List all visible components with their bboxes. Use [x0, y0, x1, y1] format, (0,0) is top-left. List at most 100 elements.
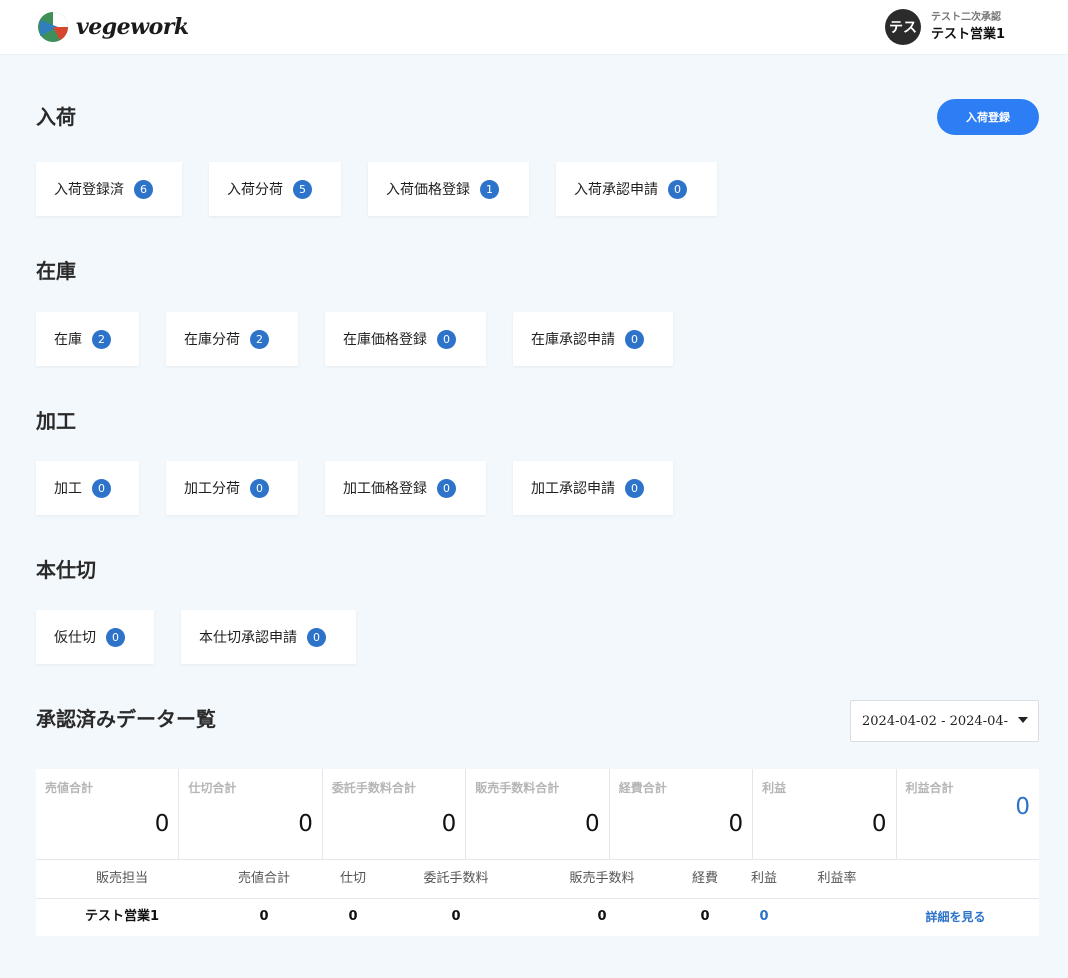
card-label: 入荷価格登録 — [386, 182, 470, 198]
column-header: 利益 — [750, 871, 777, 886]
section-title-arrival: 入荷 — [36, 105, 76, 129]
summary-value: 0 — [441, 811, 457, 837]
summary-value: 0 — [154, 811, 170, 837]
cell-sales: 0 — [259, 909, 269, 924]
user-role: テスト二次承認 — [931, 12, 1001, 23]
summary-value: 0 — [1015, 794, 1030, 820]
count-badge: 1 — [480, 179, 499, 199]
card-label: 加工承認申請 — [531, 481, 615, 497]
summary-sales-total: 売値合計 0 — [36, 769, 180, 859]
card-label: 加工価格登録 — [343, 481, 427, 497]
count-badge: 6 — [134, 179, 153, 199]
summary-label: 販売手数料合計 — [475, 781, 560, 795]
date-range-select[interactable]: 2024-04-02 - 2024-04-02 — [850, 700, 1039, 742]
column-header: 販売担当 — [95, 871, 148, 886]
summary-profit: 利益 0 — [753, 769, 897, 859]
cell-expense: 0 — [700, 909, 710, 924]
card-label: 在庫価格登録 — [343, 332, 427, 348]
logo-leaf-icon — [38, 12, 68, 42]
card-stock-approval[interactable]: 在庫承認申請 0 — [513, 312, 673, 366]
cell-shikiri: 0 — [348, 909, 358, 924]
card-label: 仮仕切 — [54, 630, 96, 646]
summary-shikiri-total: 仕切合計 0 — [179, 769, 323, 859]
card-processing-price[interactable]: 加工価格登録 0 — [325, 461, 486, 515]
count-badge: 2 — [92, 329, 111, 349]
count-badge: 2 — [250, 329, 269, 349]
top-bar: vegework テス テスト二次承認 テスト営業1 — [0, 0, 1068, 55]
summary-label: 委託手数料合計 — [331, 781, 416, 795]
summary-label: 経費合計 — [618, 781, 667, 795]
count-badge: 0 — [668, 179, 687, 199]
column-header: 売値合計 — [237, 871, 290, 886]
card-label: 在庫分荷 — [184, 332, 240, 348]
card-label: 加工分荷 — [184, 481, 240, 497]
summary-panel: 売値合計 0 仕切合計 0 委託手数料合計 0 販売手数料合計 0 経費合計 0… — [36, 769, 1039, 859]
view-details-link[interactable]: 詳細を見る — [898, 898, 1013, 936]
logo[interactable]: vegework — [36, 10, 189, 44]
summary-sales-fee-total: 販売手数料合計 0 — [466, 769, 610, 859]
card-processing[interactable]: 加工 0 — [36, 461, 139, 515]
cell-sales-fee: 0 — [597, 909, 607, 924]
card-provisional-settlement[interactable]: 仮仕切 0 — [36, 610, 154, 664]
cell-profit-rate — [796, 898, 878, 936]
count-badge: 0 — [625, 478, 644, 498]
card-stock-price[interactable]: 在庫価格登録 0 — [325, 312, 486, 366]
column-header: 仕切 — [339, 871, 366, 886]
card-processing-approval[interactable]: 加工承認申請 0 — [513, 461, 673, 515]
card-stock-split[interactable]: 在庫分荷 2 — [166, 312, 298, 366]
card-arrival-approval[interactable]: 入荷承認申請 0 — [556, 162, 717, 216]
card-arrival-registered[interactable]: 入荷登録済 6 — [36, 162, 182, 216]
logo-text: vegework — [76, 14, 189, 40]
card-label: 在庫承認申請 — [531, 332, 615, 348]
card-label: 入荷登録済 — [54, 182, 124, 198]
summary-value: 0 — [728, 811, 744, 837]
card-arrival-price[interactable]: 入荷価格登録 1 — [368, 162, 529, 216]
count-badge: 0 — [437, 478, 456, 498]
count-badge: 0 — [437, 329, 456, 349]
column-header: 利益率 — [817, 871, 857, 886]
user-name: テスト営業1 — [931, 27, 1006, 42]
date-range-value: 2024-04-02 - 2024-04-02 — [862, 713, 1008, 729]
column-header: 販売手数料 — [569, 871, 635, 886]
table-row: テスト営業1 0 0 0 0 0 0 詳細を見る — [36, 898, 1039, 936]
card-arrival-split[interactable]: 入荷分荷 5 — [209, 162, 341, 216]
summary-label: 利益合計 — [905, 781, 954, 795]
section-title-stock: 在庫 — [36, 259, 76, 283]
count-badge: 0 — [92, 478, 111, 498]
summary-label: 仕切合計 — [188, 781, 237, 795]
summary-value: 0 — [298, 811, 313, 837]
section-title-settlement: 本仕切 — [36, 558, 96, 582]
arrival-register-button[interactable]: 入荷登録 — [937, 99, 1039, 135]
summary-label: 利益 — [762, 781, 787, 795]
summary-value: 0 — [871, 811, 887, 837]
card-label: 在庫 — [54, 332, 82, 348]
count-badge: 0 — [106, 627, 125, 647]
summary-profit-total: 利益合計 0 — [897, 769, 1039, 859]
section-title-processing: 加工 — [36, 409, 76, 433]
cell-consign-fee: 0 — [451, 909, 461, 924]
card-label: 入荷分荷 — [227, 182, 283, 198]
cell-person: テスト営業1 — [84, 909, 160, 924]
table-header: 販売担当 売値合計 仕切 委託手数料 販売手数料 経費 利益 利益率 — [36, 860, 1039, 899]
card-settlement-approval[interactable]: 本仕切承認申請 0 — [181, 610, 356, 664]
summary-label: 売値合計 — [45, 781, 94, 795]
cell-profit: 0 — [759, 909, 769, 924]
card-label: 入荷承認申請 — [574, 182, 658, 198]
count-badge: 0 — [307, 627, 326, 647]
summary-value: 0 — [585, 811, 600, 837]
count-badge: 0 — [250, 478, 269, 498]
column-header: 委託手数料 — [423, 871, 489, 886]
summary-expense-total: 経費合計 0 — [610, 769, 754, 859]
card-processing-split[interactable]: 加工分荷 0 — [166, 461, 298, 515]
count-badge: 5 — [293, 179, 312, 199]
card-label: 本仕切承認申請 — [199, 630, 297, 646]
approved-table: 販売担当 売値合計 仕切 委託手数料 販売手数料 経費 利益 利益率 テスト営業… — [36, 859, 1039, 936]
card-stock[interactable]: 在庫 2 — [36, 312, 139, 366]
user-menu[interactable]: テス テスト二次承認 テスト営業1 — [885, 9, 1005, 45]
count-badge: 0 — [625, 329, 644, 349]
card-label: 加工 — [54, 481, 82, 497]
caret-down-icon — [1018, 717, 1028, 723]
section-title-approved: 承認済みデーター覧 — [36, 707, 216, 731]
avatar[interactable]: テス — [885, 9, 921, 45]
column-header: 経費 — [691, 871, 718, 886]
